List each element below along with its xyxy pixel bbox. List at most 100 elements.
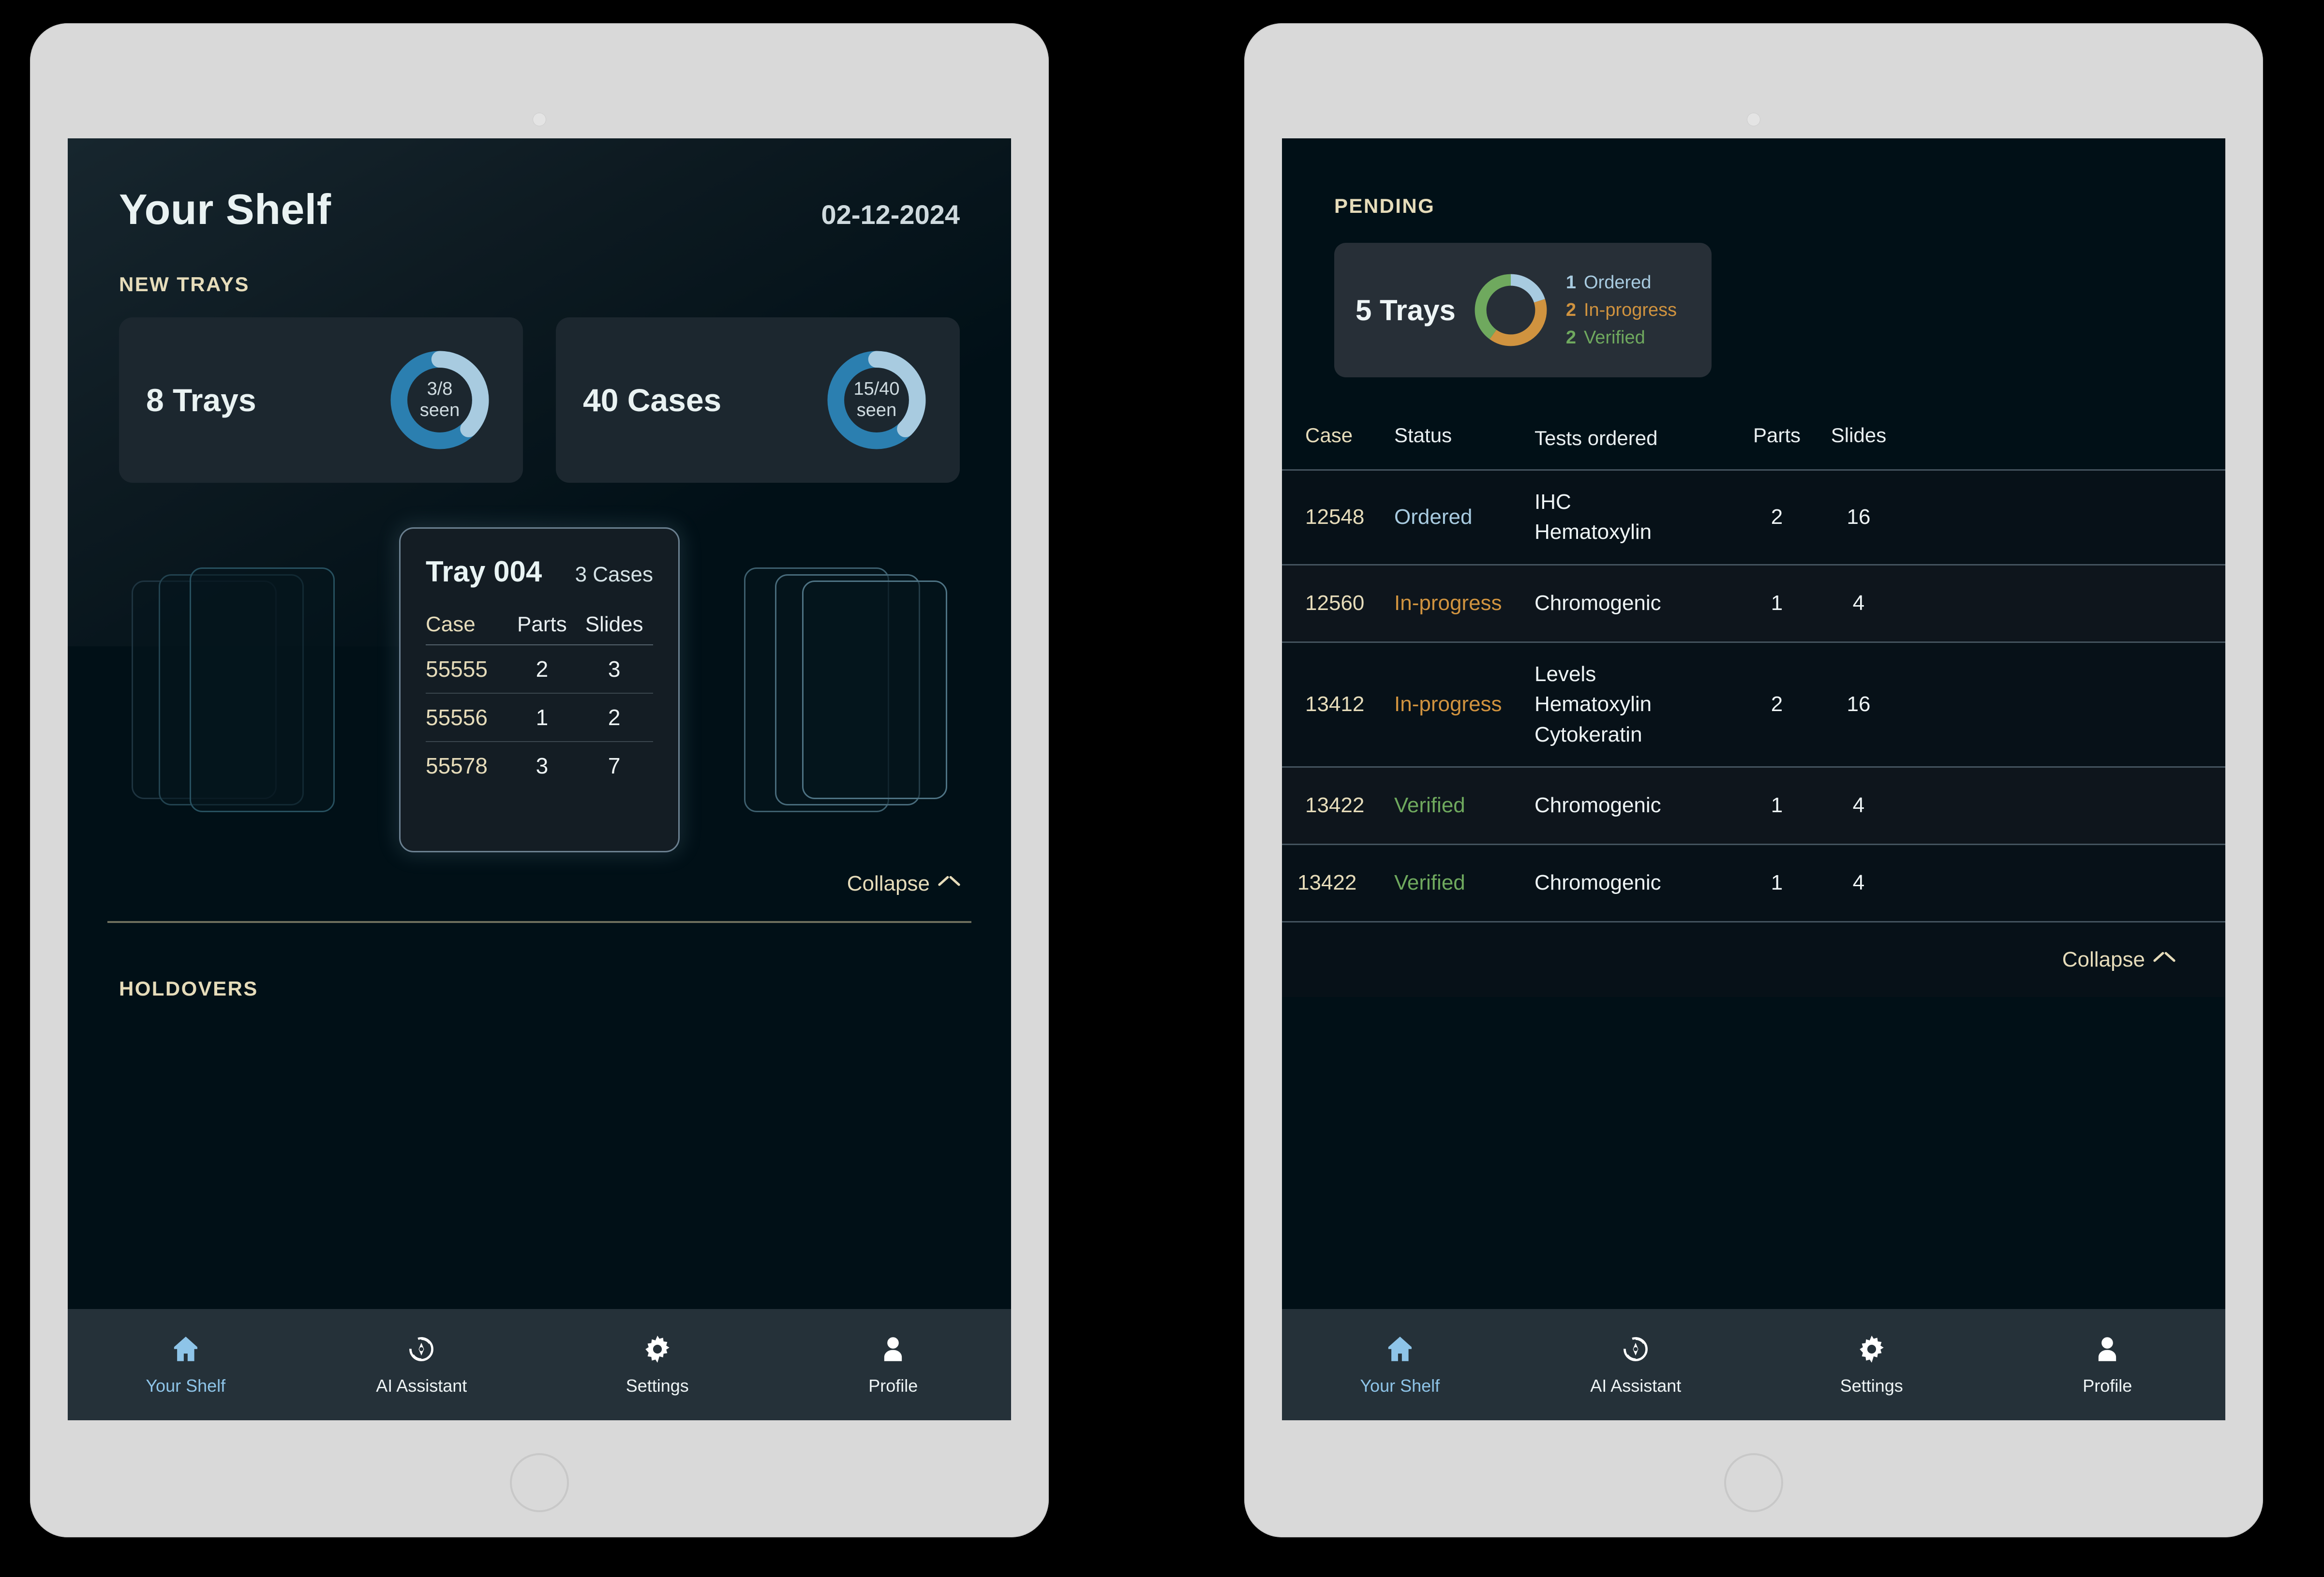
table-row[interactable]: 55556 1 2 xyxy=(426,693,653,742)
table-row[interactable]: 13412 In-progress Levels Hematoxylin Cyt… xyxy=(1282,641,2225,766)
nav-label-your-shelf: Your Shelf xyxy=(146,1376,226,1396)
nav-label-ai-assistant: AI Assistant xyxy=(376,1376,467,1396)
table-row[interactable]: 12548 Ordered IHC Hematoxylin 2 16 xyxy=(1282,469,2225,564)
stat-card-cases[interactable]: 40 Cases 15/40 seen xyxy=(556,317,960,483)
pending-label: PENDING xyxy=(1334,194,1435,217)
tray-stack-card[interactable] xyxy=(802,580,947,799)
nav-label-your-shelf: Your Shelf xyxy=(1360,1376,1440,1396)
pending-table: Case Status Tests ordered Parts Slides 1… xyxy=(1282,424,2225,997)
stat-card-row: 8 Trays 3/8 seen 40 Cases 15/40 seen xyxy=(68,296,1011,483)
cell-slides: 4 xyxy=(1852,871,1865,895)
col-tests: Tests ordered xyxy=(1534,427,1658,449)
home-icon xyxy=(1388,1337,1412,1361)
table-row[interactable]: 13422 Verified Chromogenic 1 4 xyxy=(1282,766,2225,844)
nav-item-your-shelf[interactable]: Your Shelf xyxy=(1282,1333,1518,1396)
tray-card-header: Tray 004 3 Cases xyxy=(426,555,653,588)
trays-donut-chart: 3/8 seen xyxy=(387,348,492,452)
home-button[interactable] xyxy=(1724,1453,1783,1512)
col-slides: Slides xyxy=(1831,424,1887,446)
person-icon xyxy=(2099,1337,2116,1361)
tray-table-header-row: Case Parts Slides xyxy=(426,612,653,645)
tray-cell-slides: 2 xyxy=(575,693,653,742)
nav-item-profile[interactable]: Profile xyxy=(775,1333,1012,1396)
gear-icon xyxy=(645,1335,670,1363)
cell-case: 13412 xyxy=(1305,692,1365,716)
pending-table-header-row: Case Status Tests ordered Parts Slides xyxy=(1282,424,2225,469)
legend-count-verified: 2 xyxy=(1565,327,1576,348)
status-badge: Verified xyxy=(1394,793,1465,818)
table-row[interactable]: 55555 2 3 xyxy=(426,645,653,694)
front-camera-icon xyxy=(1747,113,1760,126)
legend-item-ordered: 1 Ordered xyxy=(1566,272,1677,293)
screenshot-stage: Your Shelf 02-12-2024 NEW TRAYS 8 Trays xyxy=(0,0,2324,1577)
tray-cell-slides: 3 xyxy=(575,645,653,694)
page-header: Your Shelf 02-12-2024 xyxy=(68,138,1011,234)
cases-donut-chart: 15/40 seen xyxy=(824,348,929,452)
tray-col-parts: Parts xyxy=(508,612,576,645)
col-status: Status xyxy=(1394,424,1452,446)
new-trays-label: NEW TRAYS xyxy=(119,273,250,296)
cell-tests: Levels Hematoxylin Cytokeratin xyxy=(1534,662,1652,746)
pending-legend: 1 Ordered 2 In-progress 2 Verified xyxy=(1566,272,1677,348)
left-content: Your Shelf 02-12-2024 NEW TRAYS 8 Trays xyxy=(68,138,1011,1309)
stat-card-trays[interactable]: 8 Trays 3/8 seen xyxy=(119,317,523,483)
page-title: Your Shelf xyxy=(119,185,331,233)
cases-donut-value: 15/40 xyxy=(853,379,900,400)
tray-stack-card[interactable] xyxy=(190,567,335,812)
legend-item-in-progress: 2 In-progress xyxy=(1566,300,1677,321)
legend-label-ordered: Ordered xyxy=(1583,272,1652,293)
pending-summary-card[interactable]: 5 Trays 1 Ordered 2 In-progress 2 Verifi… xyxy=(1334,243,1712,377)
legend-label-verified: Verified xyxy=(1583,327,1645,348)
legend-count-in-progress: 2 xyxy=(1565,299,1576,320)
collapse-row-right: Collapse xyxy=(1282,948,2175,972)
right-screen: PENDING 5 Trays 1 Ordered 2 In-progress … xyxy=(1282,138,2225,1420)
tray-cell-parts: 3 xyxy=(536,753,549,778)
legend-label-in-progress: In-progress xyxy=(1583,299,1677,320)
holdovers-label: HOLDOVERS xyxy=(119,977,258,1000)
cell-case: 13422 xyxy=(1305,793,1365,818)
nav-item-settings[interactable]: Settings xyxy=(1754,1333,1990,1396)
bottom-nav-right: Your Shelf AI Assistant Settings Profile xyxy=(1282,1309,2225,1420)
nav-item-settings[interactable]: Settings xyxy=(539,1333,775,1396)
nav-item-profile[interactable]: Profile xyxy=(1990,1333,2226,1396)
nav-item-ai-assistant[interactable]: AI Assistant xyxy=(304,1333,540,1396)
collapse-button-left[interactable]: Collapse xyxy=(68,859,1011,896)
bottom-nav-left: Your Shelf AI Assistant Settings Profile xyxy=(68,1309,1011,1420)
nav-label-ai-assistant: AI Assistant xyxy=(1590,1376,1682,1396)
tray-name: Tray 004 xyxy=(426,555,542,588)
tray-cell-case: 55556 xyxy=(426,693,509,742)
home-button[interactable] xyxy=(510,1453,569,1512)
ai-assistant-icon xyxy=(409,1337,434,1361)
legend-count-ordered: 1 xyxy=(1565,272,1576,293)
active-tray-card[interactable]: Tray 004 3 Cases Case Parts Slides 55555… xyxy=(399,527,680,852)
legend-item-verified: 2 Verified xyxy=(1566,327,1677,348)
nav-item-ai-assistant[interactable]: AI Assistant xyxy=(1518,1333,1754,1396)
nav-item-your-shelf[interactable]: Your Shelf xyxy=(68,1333,304,1396)
nav-label-settings: Settings xyxy=(626,1376,689,1396)
ai-assistant-icon xyxy=(1624,1337,1648,1361)
cell-slides: 16 xyxy=(1847,505,1871,529)
tray-cell-parts: 1 xyxy=(508,693,576,742)
nav-label-profile: Profile xyxy=(868,1376,918,1396)
cases-donut-center: 15/40 seen xyxy=(824,348,929,452)
cell-tests: Chromogenic xyxy=(1534,793,1661,818)
stat-label-trays: 8 Trays xyxy=(146,382,256,418)
col-case: Case xyxy=(1305,424,1353,446)
trays-donut-center: 3/8 seen xyxy=(387,348,492,452)
table-row[interactable]: 55578 3 7 xyxy=(426,742,653,789)
collapse-button-right[interactable]: Collapse xyxy=(1282,921,2225,997)
status-badge: In-progress xyxy=(1394,591,1502,615)
front-camera-icon xyxy=(533,113,546,126)
cell-case: 12548 xyxy=(1305,505,1365,529)
cell-tests: Chromogenic xyxy=(1534,871,1661,895)
chevron-up-icon xyxy=(939,878,960,890)
cell-tests: IHC Hematoxylin xyxy=(1534,490,1652,544)
pending-donut-chart xyxy=(1472,271,1549,349)
chevron-up-icon xyxy=(2154,953,2175,966)
table-row[interactable]: 13422 Verified Chromogenic 1 4 xyxy=(1282,843,2225,921)
stat-label-cases: 40 Cases xyxy=(583,382,722,418)
cell-slides: 4 xyxy=(1852,591,1865,615)
cell-case: 13422 xyxy=(1297,871,1357,895)
col-parts: Parts xyxy=(1753,424,1801,446)
table-row[interactable]: 12560 In-progress Chromogenic 1 4 xyxy=(1282,564,2225,641)
